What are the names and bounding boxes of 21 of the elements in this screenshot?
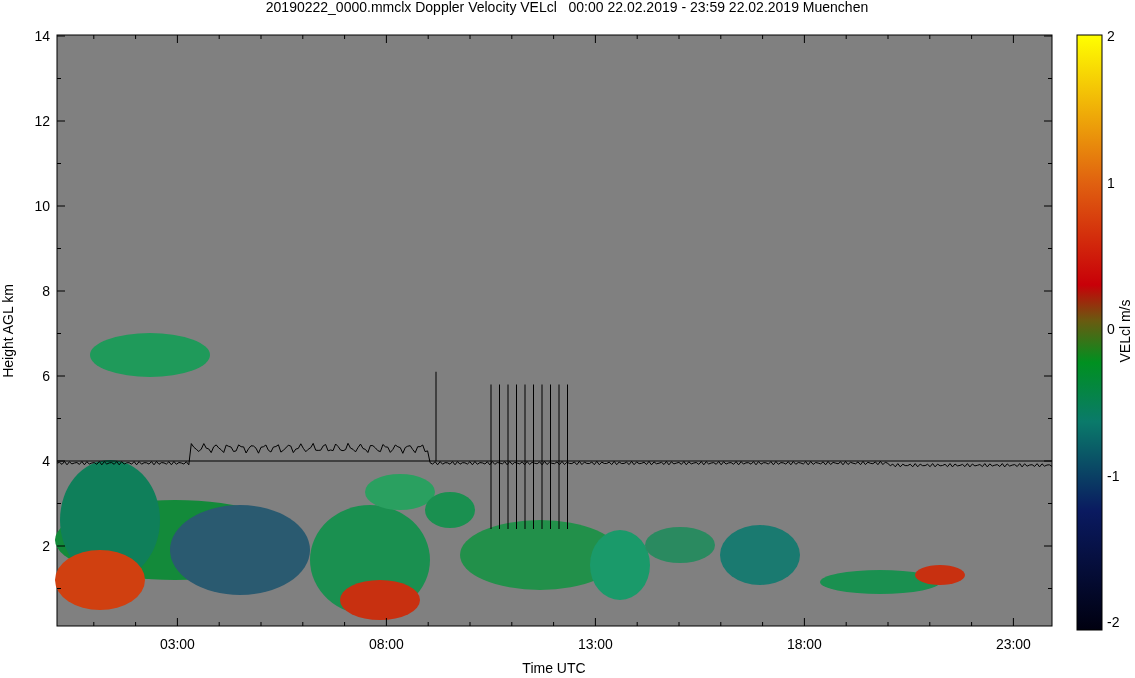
- colorbar-tick-label: -1: [1107, 467, 1120, 484]
- x-tick-label: 13:00: [577, 636, 613, 652]
- x-tick-label: 18:00: [786, 636, 822, 652]
- y-tick-label: 6: [42, 368, 50, 384]
- x-tick-label: 03:00: [159, 636, 195, 652]
- y-tick-label: 4: [42, 453, 50, 469]
- colorbar-label: VELcl m/s: [1117, 299, 1133, 363]
- x-tick-label: 23:00: [995, 636, 1031, 652]
- y-tick-label: 14: [34, 28, 50, 44]
- y-tick-label: 10: [34, 198, 50, 214]
- colorbar-tick-label: 1: [1107, 174, 1115, 191]
- x-tick-label: 08:00: [368, 636, 404, 652]
- y-axis-label: Height AGL km: [0, 284, 16, 378]
- plot-title: 20190222_0000.mmclx Doppler Velocity VELcl 00:00 22.02.2019 - 23:59 22.02.2019 Muenchen: [265, 0, 869, 15]
- x-axis-label: Time UTC: [522, 660, 586, 676]
- y-tick-label: 8: [42, 283, 50, 299]
- y-tick-label: 12: [34, 113, 50, 129]
- colorbar-tick-label: -2: [1107, 614, 1120, 630]
- colorbar-tick-label: 2: [1107, 28, 1115, 44]
- y-tick-label: 2: [42, 538, 50, 554]
- colorbar-tick-label: 0: [1107, 321, 1115, 337]
